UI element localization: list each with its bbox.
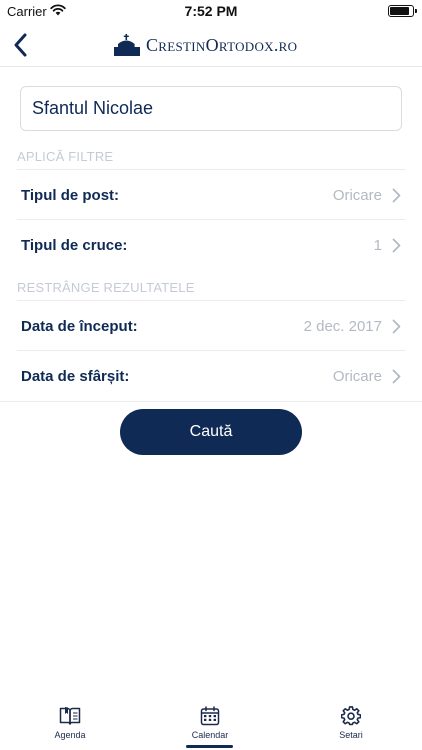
- end-date-row[interactable]: Data de sfârșit: Oricare: [0, 351, 422, 401]
- search-field-container: [20, 86, 402, 131]
- battery-icon: [388, 5, 417, 17]
- status-time: 7:52 PM: [184, 3, 238, 19]
- start-date-row[interactable]: Data de început: 2 dec. 2017: [0, 301, 422, 351]
- chevron-right-icon: [392, 319, 401, 334]
- fast-type-row[interactable]: Tipul de post: Oricare: [0, 170, 422, 220]
- start-date-label: Data de început:: [21, 317, 138, 335]
- filters-section-header: APLICĂ FILTRE: [17, 149, 114, 164]
- chevron-left-icon[interactable]: [10, 32, 32, 58]
- cross-type-row[interactable]: Tipul de cruce: 1: [0, 220, 422, 270]
- tab-calendar[interactable]: Calendar: [160, 706, 260, 740]
- tab-agenda[interactable]: Agenda: [20, 706, 120, 740]
- church-icon: [114, 34, 140, 56]
- calendar-icon: [200, 706, 220, 726]
- search-button[interactable]: Caută: [120, 409, 302, 455]
- restrict-section-header: RESTRÂNGE REZULTATELE: [17, 280, 195, 295]
- search-input[interactable]: [21, 87, 401, 130]
- chevron-right-icon: [392, 369, 401, 384]
- nav-bar: CrestinOrtodox.ro: [0, 24, 422, 67]
- book-icon: [59, 707, 81, 725]
- divider: [0, 401, 422, 402]
- logo-text: CrestinOrtodox.ro: [146, 34, 298, 55]
- fast-type-value: Oricare: [332, 186, 382, 204]
- end-date-label: Data de sfârșit:: [21, 367, 130, 385]
- tab-settings-label: Setari: [339, 730, 363, 740]
- start-date-value: 2 dec. 2017: [303, 317, 382, 335]
- chevron-right-icon: [392, 238, 401, 253]
- cross-type-value: 1: [373, 236, 382, 254]
- app-logo: CrestinOrtodox.ro: [114, 30, 297, 60]
- tab-agenda-label: Agenda: [54, 730, 86, 740]
- fast-type-label: Tipul de post:: [21, 186, 120, 204]
- active-tab-indicator: [186, 745, 233, 748]
- cross-type-label: Tipul de cruce:: [21, 236, 128, 254]
- end-date-value: Oricare: [332, 367, 382, 385]
- tab-calendar-label: Calendar: [191, 730, 229, 740]
- tab-settings[interactable]: Setari: [301, 706, 401, 740]
- status-bar: Carrier 7:52 PM: [0, 0, 422, 24]
- gear-icon: [341, 706, 361, 726]
- tab-bar: Agenda Calendar Setari: [0, 698, 422, 750]
- chevron-right-icon: [392, 188, 401, 203]
